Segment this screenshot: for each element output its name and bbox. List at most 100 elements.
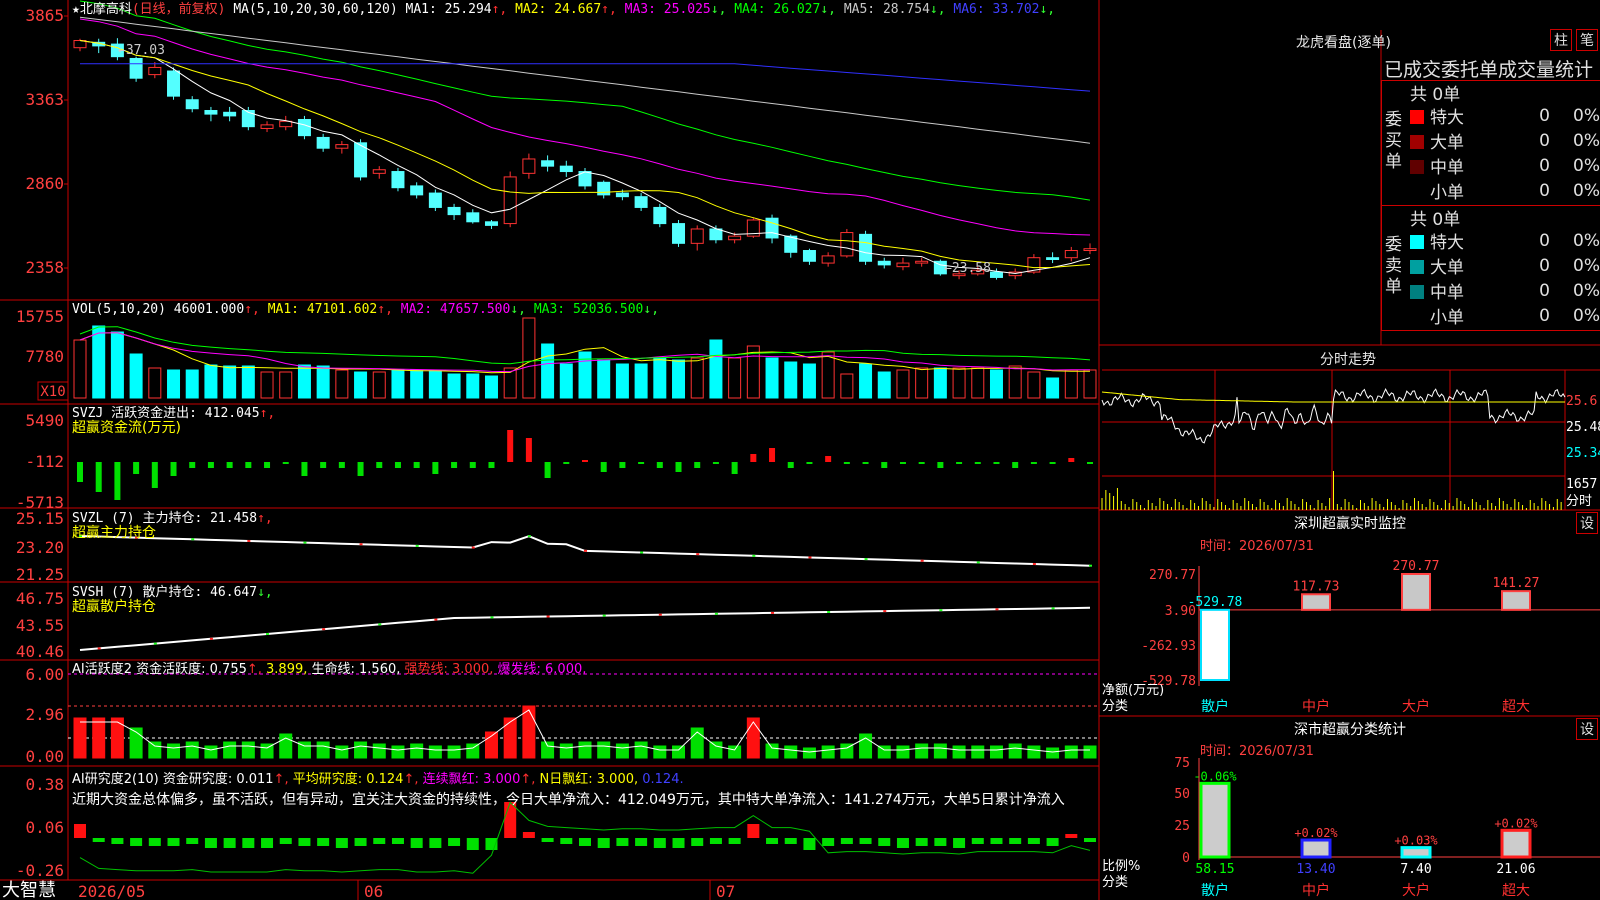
activity-bar	[522, 705, 536, 759]
flow-bar	[207, 462, 214, 468]
monitor-value-label: 117.73	[1293, 579, 1340, 594]
volume-bar	[597, 359, 611, 399]
tick-mode-button[interactable]: 笔	[1576, 29, 1598, 51]
intraday-price-line	[1101, 388, 1566, 444]
lhb-count: 0	[1539, 155, 1550, 176]
research-bar	[896, 838, 909, 848]
research-bar	[1084, 838, 1096, 842]
intraday-tick: 25.34	[1566, 446, 1600, 461]
lhb-pct: 0%	[1573, 180, 1600, 201]
svsh-dot	[434, 618, 438, 621]
activity-bar	[765, 743, 779, 759]
svsh-dot	[490, 616, 494, 619]
svzl-dot	[976, 561, 980, 564]
activity-bar	[821, 745, 835, 759]
activity-bar	[73, 717, 87, 759]
candle	[410, 185, 424, 196]
volume-bar	[335, 369, 349, 399]
activity-bar	[204, 745, 218, 759]
main-chart-area[interactable]: 3865 3363 2860 2358 ←37.03 ←23.58 ★北摩高科(日线，前复权…	[0, 0, 1600, 900]
flow-bar	[151, 462, 158, 488]
svsh-tick: 43.55	[16, 616, 64, 635]
color-swatch	[1410, 260, 1424, 274]
color-swatch	[1410, 185, 1424, 199]
ma-arrow: ↓,	[711, 2, 734, 17]
ma-value: MA6: 33.702	[953, 2, 1039, 17]
candle	[821, 255, 835, 264]
research-bar	[803, 838, 816, 850]
research-bar	[1027, 838, 1040, 844]
vol-tick: 7780	[25, 347, 64, 366]
price-tick: 2358	[25, 258, 64, 277]
monitor-settings-button[interactable]: 设	[1576, 512, 1598, 534]
candle	[1046, 257, 1060, 260]
lhb-row: 大单 0 0%	[1406, 253, 1600, 278]
volume-bar	[821, 351, 835, 399]
volume-bar	[110, 331, 124, 399]
res-arrow: ↑,	[274, 772, 293, 787]
flow-bar	[357, 462, 364, 476]
candle	[241, 110, 255, 128]
svsh-dot	[658, 613, 662, 616]
lhb-count: 0	[1539, 130, 1550, 151]
flow-bar	[77, 462, 83, 482]
research-bar	[784, 838, 797, 844]
lhb-row-label: 大单	[1430, 258, 1464, 278]
color-swatch	[1410, 135, 1424, 149]
act-value2: 3.899,	[266, 662, 311, 677]
svzl-dot	[247, 539, 251, 542]
lhb-row: 大单 0 0%	[1406, 128, 1600, 153]
candle	[223, 111, 237, 117]
lhb-row: 特大 0 0%	[1406, 103, 1600, 128]
svsh-dot	[883, 610, 887, 613]
research-bar	[448, 838, 461, 846]
flow-bar	[1012, 462, 1019, 468]
svzj-header: SVZJ 活跃资金进出: 412.045↑,	[72, 405, 275, 421]
vol-tick: 15755	[16, 307, 64, 326]
candle	[297, 118, 311, 137]
flow-bar	[563, 462, 570, 464]
ma-arrow: ↓,	[1039, 2, 1055, 17]
candle	[653, 206, 667, 225]
lhb-pct: 0%	[1573, 155, 1600, 176]
flow-bar	[918, 462, 925, 464]
research-bar	[317, 838, 330, 846]
intraday-vol-unit: 分时	[1566, 494, 1592, 509]
volume-bar	[73, 339, 87, 399]
stats-category: 大户	[1402, 882, 1430, 899]
activity-bar	[503, 717, 517, 759]
bar-mode-button[interactable]: 柱	[1550, 29, 1572, 51]
research-bar	[971, 838, 984, 844]
stats-settings-button[interactable]: 设	[1576, 718, 1598, 740]
svzl-dot	[808, 556, 812, 559]
candle	[372, 169, 386, 174]
price-tick: 2860	[25, 174, 64, 193]
monitor-unit: 净额(万元)	[1102, 683, 1164, 698]
candle	[765, 217, 779, 239]
stock-name: ★北摩高科	[72, 1, 132, 17]
research-bar	[728, 838, 741, 844]
svsh-dot	[995, 608, 999, 611]
n-value2: 0.124.	[642, 772, 683, 787]
flow-bar	[956, 462, 963, 464]
vol-ma-arrow: ↓,	[510, 302, 533, 317]
monitor-category: 大户	[1402, 698, 1430, 715]
lhb-name: 小单	[1406, 303, 1510, 328]
candle	[615, 192, 629, 198]
flow-bar	[394, 462, 401, 468]
lhb-row: 中单 0 0%	[1406, 278, 1600, 303]
svzj-value: SVZJ 活跃资金进出: 412.045	[72, 405, 260, 421]
volume-bar	[428, 369, 442, 399]
activity-bar	[989, 745, 1003, 759]
research-bar	[130, 838, 143, 846]
streak-arrow: ↑,	[520, 772, 539, 787]
research-bar	[1009, 838, 1022, 844]
sell-total: 共 0单	[1410, 210, 1461, 230]
research-bar	[148, 838, 161, 846]
research-bar	[335, 838, 348, 848]
research-line	[79, 801, 1091, 874]
brand-label: 大智慧	[2, 880, 56, 900]
research-bar	[186, 838, 199, 844]
svsh-dot	[827, 611, 831, 613]
flow-bar	[338, 462, 345, 468]
